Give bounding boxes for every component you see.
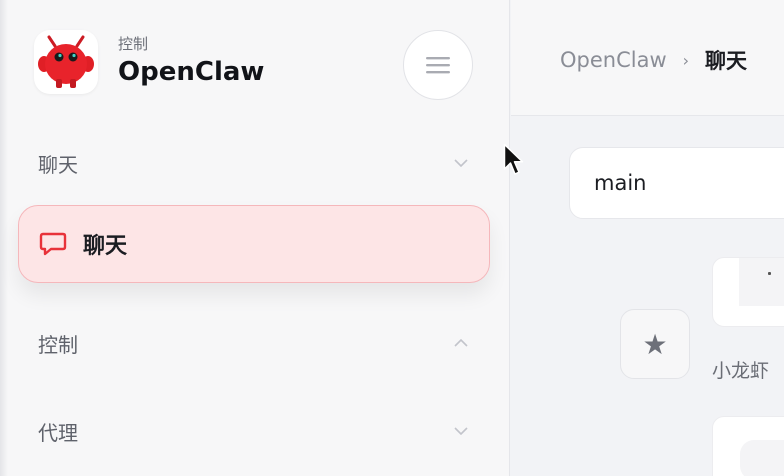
breadcrumb-current: 聊天	[705, 49, 748, 73]
nav-section-control[interactable]: 控制	[38, 328, 468, 358]
sidebar-item-chat[interactable]: 聊天	[18, 205, 490, 283]
top-bar: OpenClaw › 聊天	[511, 0, 784, 116]
message-content	[739, 258, 784, 306]
sidebar: 控制 OpenClaw 聊天 聊天 控制 代理	[0, 0, 510, 476]
breadcrumb: OpenClaw › 聊天	[560, 45, 747, 75]
brand-title: OpenClaw	[118, 57, 265, 87]
sidebar-toggle-button[interactable]	[403, 30, 473, 100]
chevron-down-icon	[454, 423, 468, 439]
app-logo	[34, 30, 98, 94]
brand-subtitle: 控制	[118, 35, 149, 53]
nav-section-chat-label: 聊天	[38, 152, 78, 177]
chevron-up-icon	[454, 335, 468, 351]
sidebar-edge-shade	[0, 0, 8, 476]
session-select-value: main	[594, 171, 647, 195]
nav-section-agents[interactable]: 代理	[38, 416, 468, 446]
breadcrumb-separator: ›	[682, 50, 690, 70]
brand[interactable]: 控制 OpenClaw	[34, 30, 264, 94]
nav-section-agents-label: 代理	[38, 420, 78, 445]
sidebar-item-chat-label: 聊天	[83, 234, 128, 259]
session-select[interactable]: main	[569, 147, 784, 219]
mouse-cursor-icon	[503, 143, 524, 175]
hamburger-menu-icon	[426, 57, 450, 74]
red-mascot-icon	[38, 35, 94, 88]
message-marker	[768, 272, 771, 275]
nav-section-chat[interactable]: 聊天	[38, 148, 468, 178]
chat-bubble-icon	[39, 232, 67, 256]
nav-section-control-label: 控制	[38, 332, 78, 357]
star-button[interactable]: ★	[620, 309, 690, 379]
agent-name: 小龙虾	[712, 360, 770, 382]
chevron-down-icon	[454, 155, 468, 171]
star-icon: ★	[642, 327, 668, 361]
breadcrumb-root[interactable]: OpenClaw	[560, 48, 667, 72]
message-content	[740, 440, 784, 476]
